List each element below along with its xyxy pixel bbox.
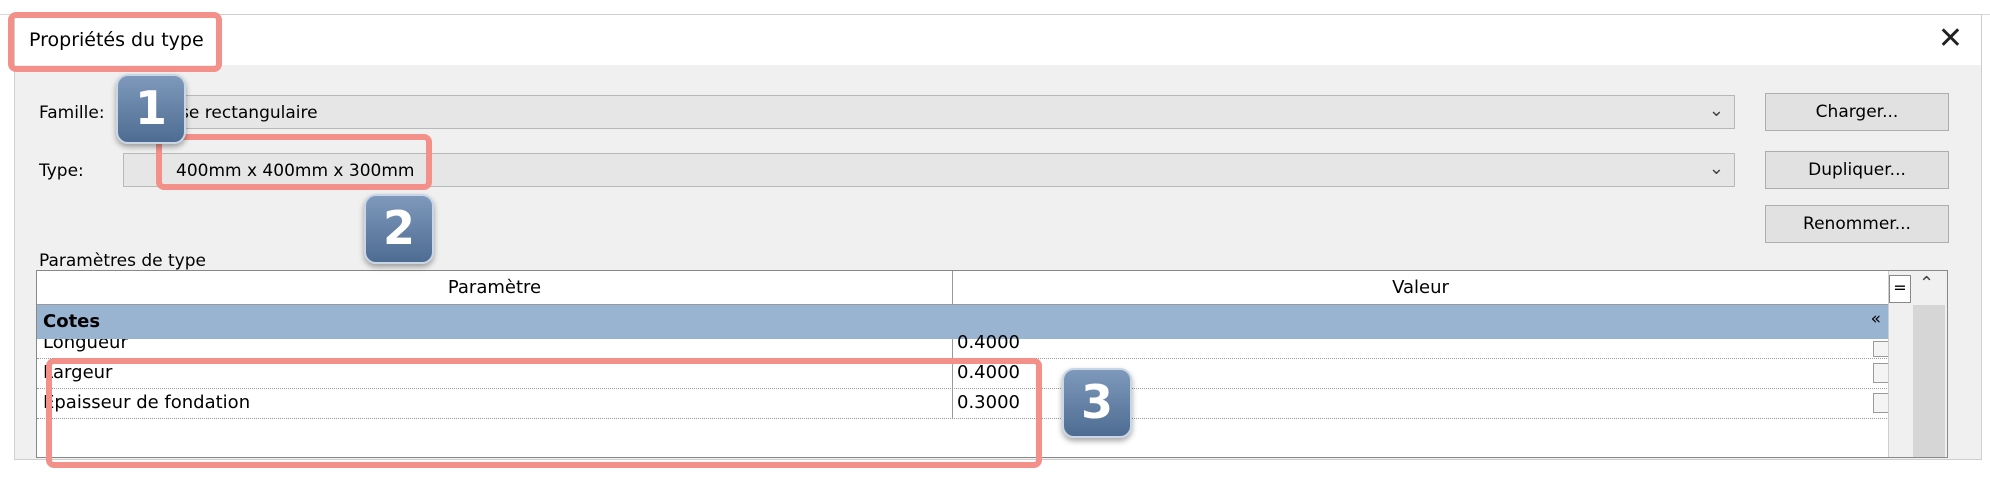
annotation-badge-3: 3 <box>1062 368 1132 438</box>
row-checkbox[interactable] <box>1873 363 1889 383</box>
duplicate-button[interactable]: Dupliquer... <box>1765 151 1949 189</box>
table-row[interactable]: Longueur 0.4000 <box>37 334 1889 359</box>
scroll-up-icon[interactable]: ⌃ <box>1919 273 1934 294</box>
rename-button[interactable]: Renommer... <box>1765 205 1949 243</box>
type-parameters-label: Paramètres de type <box>39 251 206 271</box>
chevron-down-icon[interactable]: ⌄ <box>1709 100 1724 121</box>
row-checkbox[interactable] <box>1873 341 1889 357</box>
background-window-strip <box>0 0 1990 15</box>
vertical-scrollbar[interactable]: = ⌃ <box>1888 271 1947 457</box>
load-button[interactable]: Charger... <box>1765 93 1949 131</box>
highlight-box-title <box>8 12 222 72</box>
highlight-box-type-value <box>156 134 432 190</box>
highlight-box-parameter-rows <box>46 358 1042 468</box>
group-label: Cotes <box>43 311 101 332</box>
row-checkbox[interactable] <box>1873 393 1889 413</box>
annotation-badge-1: 1 <box>116 74 186 144</box>
type-label: Type: <box>39 161 84 181</box>
title-bar: Propriétés du type ✕ <box>15 15 1981 65</box>
parameter-name: Longueur <box>37 339 953 359</box>
column-header-value[interactable]: Valeur <box>953 271 1889 305</box>
close-icon[interactable]: ✕ <box>1938 23 1963 55</box>
family-select[interactable]: Base rectangulaire ⌄ <box>123 95 1735 129</box>
collapse-icon[interactable]: « <box>1871 309 1881 329</box>
scrollbar-track[interactable] <box>1913 305 1945 457</box>
chevron-down-icon[interactable]: ⌄ <box>1709 158 1724 179</box>
annotation-badge-2: 2 <box>364 194 434 264</box>
equals-icon[interactable]: = <box>1889 275 1911 303</box>
family-label: Famille: <box>39 103 105 123</box>
column-header-parameter[interactable]: Paramètre <box>37 271 953 305</box>
